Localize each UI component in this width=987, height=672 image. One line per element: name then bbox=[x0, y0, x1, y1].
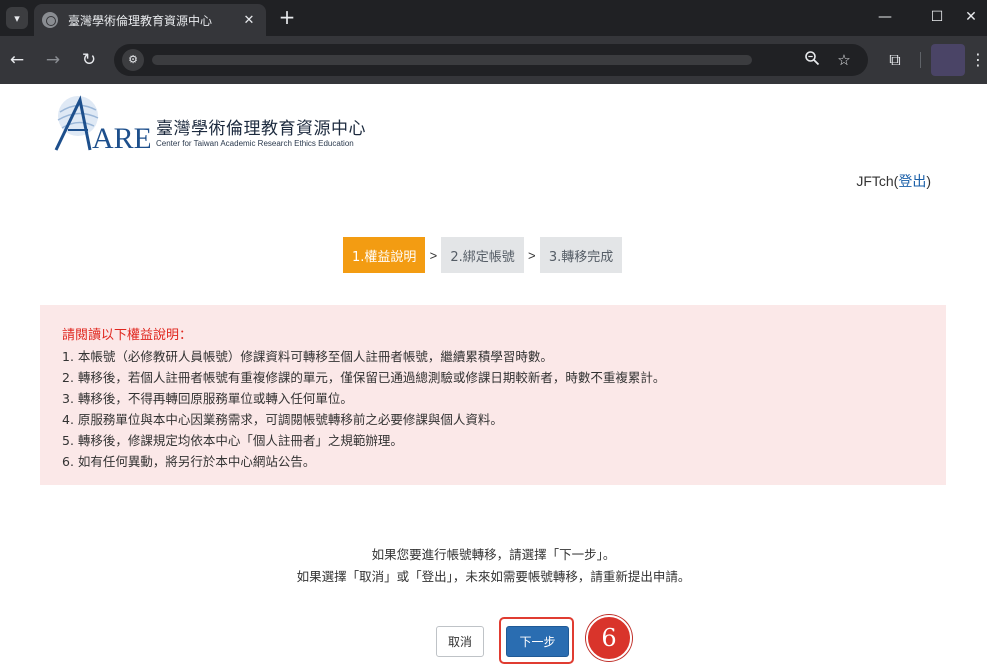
paren-close: ) bbox=[926, 173, 931, 189]
next-step-button[interactable]: 下一步 bbox=[506, 626, 569, 657]
step-3-transfer-complete: 3.轉移完成 bbox=[539, 237, 623, 273]
minimize-button[interactable]: — bbox=[872, 5, 898, 29]
toolbar-divider bbox=[920, 52, 921, 68]
profile-avatar[interactable] bbox=[931, 44, 965, 76]
step-separator: > bbox=[429, 247, 438, 263]
forward-arrow-icon[interactable]: → bbox=[42, 49, 64, 71]
browser-tab-bar: ▾ 臺灣學術倫理教育資源中心 ✕ + — ☐ ✕ bbox=[0, 0, 987, 36]
prompt-line-1: 如果您要進行帳號轉移，請選擇「下一步」。 bbox=[371, 547, 616, 562]
username: JFTch bbox=[856, 173, 894, 189]
aree-logo-icon: AREE bbox=[54, 95, 150, 154]
cancel-button[interactable]: 取消 bbox=[436, 626, 484, 657]
site-info-icon[interactable]: ⚙ bbox=[122, 49, 144, 71]
notice-item: 1. 本帳號（必修教研人員帳號）修課資料可轉移至個人註冊者帳號，繼續累積學習時數… bbox=[62, 349, 553, 364]
site-name-english: Center for Taiwan Academic Research Ethi… bbox=[156, 139, 354, 148]
chevron-down-icon[interactable]: ▾ bbox=[6, 7, 28, 29]
more-menu-icon[interactable]: ⋮ bbox=[970, 49, 986, 71]
notice-item: 3. 轉移後，不得再轉回原服務單位或轉入任何單位。 bbox=[62, 391, 353, 406]
globe-icon bbox=[42, 12, 58, 28]
step-indicator: 1.權益說明 > 2.綁定帳號 > 3.轉移完成 bbox=[343, 237, 623, 273]
notice-item: 2. 轉移後，若個人註冊者帳號有重複修課的單元，僅保留已通過總測驗或修課日期較新… bbox=[62, 370, 666, 385]
site-logo[interactable]: AREE 臺灣學術倫理教育資源中心 Center for Taiwan Acad… bbox=[50, 94, 380, 154]
reload-icon[interactable]: ↻ bbox=[78, 49, 100, 71]
notice-item: 6. 如有任何異動，將另行於本中心網站公告。 bbox=[62, 454, 316, 469]
browser-toolbar: ← → ↻ ⚙ ☆ ⧉ ⋮ bbox=[0, 36, 987, 84]
step-2-bind-account: 2.綁定帳號 bbox=[441, 237, 524, 273]
tab-title: 臺灣學術倫理教育資源中心 bbox=[68, 13, 213, 28]
site-name-chinese: 臺灣學術倫理教育資源中心 bbox=[156, 119, 366, 139]
rights-notice-box: 請閱讀以下權益說明： 1. 本帳號（必修教研人員帳號）修課資料可轉移至個人註冊者… bbox=[40, 305, 946, 485]
close-window-button[interactable]: ✕ bbox=[958, 5, 984, 29]
browser-tab[interactable]: 臺灣學術倫理教育資源中心 ✕ bbox=[34, 4, 266, 36]
close-tab-icon[interactable]: ✕ bbox=[240, 13, 258, 28]
logo-letters: AREE bbox=[92, 122, 150, 154]
maximize-button[interactable]: ☐ bbox=[924, 5, 950, 29]
zoom-icon[interactable] bbox=[802, 50, 822, 70]
step-1-rights: 1.權益說明 bbox=[343, 237, 426, 273]
new-tab-button[interactable]: + bbox=[276, 6, 298, 28]
url-text-blurred bbox=[152, 55, 752, 65]
notice-title: 請閱讀以下權益說明： bbox=[62, 328, 193, 343]
extensions-icon[interactable]: ⧉ bbox=[884, 49, 906, 71]
logout-link[interactable]: 登出 bbox=[898, 173, 926, 189]
bookmark-star-icon[interactable]: ☆ bbox=[834, 50, 854, 70]
address-bar[interactable]: ⚙ ☆ bbox=[114, 44, 868, 76]
prompt-line-2: 如果選擇「取消」或「登出」，未來如需要帳號轉移，請重新提出申請。 bbox=[296, 569, 691, 584]
back-arrow-icon[interactable]: ← bbox=[6, 49, 28, 71]
user-info: JFTch(登出) bbox=[856, 171, 931, 191]
step-separator: > bbox=[528, 247, 536, 263]
notice-item: 5. 轉移後，修課規定均依本中心「個人註冊者」之規範辦理。 bbox=[62, 433, 403, 448]
annotation-step-marker: 6 bbox=[586, 615, 632, 661]
notice-item: 4. 原服務單位與本中心因業務需求，可調閱帳號轉移前之必要修課與個人資料。 bbox=[62, 412, 503, 427]
